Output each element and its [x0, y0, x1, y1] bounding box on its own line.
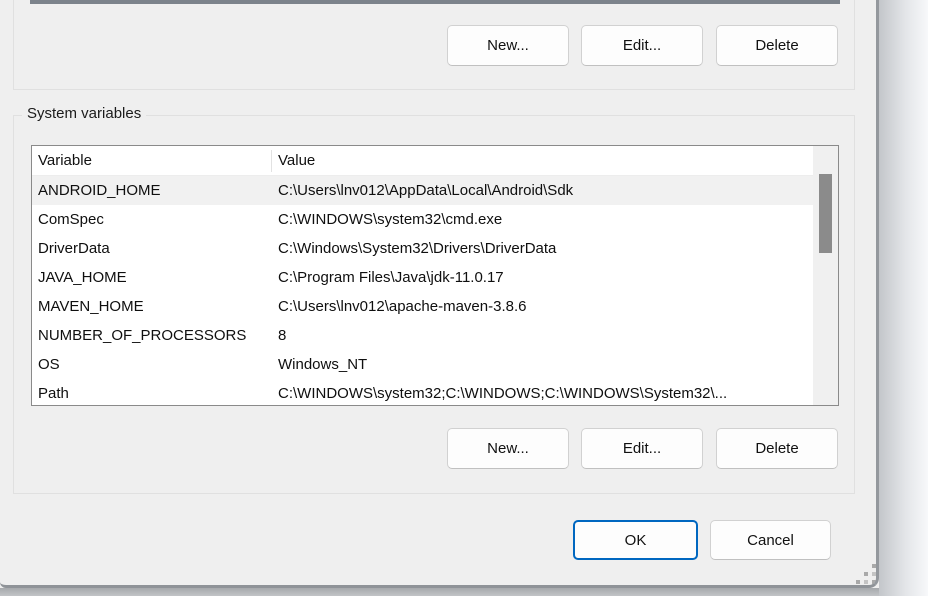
variable-name: OS	[32, 356, 272, 373]
table-row[interactable]: NUMBER_OF_PROCESSORS 8	[32, 321, 813, 350]
table-row[interactable]: ComSpec C:\WINDOWS\system32\cmd.exe	[32, 205, 813, 234]
column-header-variable[interactable]: Variable	[32, 150, 272, 172]
variable-value: C:\WINDOWS\system32\cmd.exe	[272, 211, 813, 228]
vertical-scrollbar[interactable]	[813, 146, 838, 405]
variable-value: Windows_NT	[272, 356, 813, 373]
user-edit-button[interactable]: Edit...	[581, 25, 703, 66]
variable-name: DriverData	[32, 240, 272, 257]
window-shadow-bottom	[0, 588, 879, 596]
table-row[interactable]: OS Windows_NT	[32, 350, 813, 379]
screen: New... Edit... Delete System variables V…	[0, 0, 928, 596]
variable-name: MAVEN_HOME	[32, 298, 272, 315]
table-row[interactable]: ANDROID_HOME C:\Users\lnv012\AppData\Loc…	[32, 176, 813, 205]
list-rows: ANDROID_HOME C:\Users\lnv012\AppData\Loc…	[32, 176, 813, 406]
scrollbar-thumb[interactable]	[819, 174, 832, 253]
list-header: Variable Value	[32, 146, 813, 176]
variable-value: C:\Windows\System32\Drivers\DriverData	[272, 240, 813, 257]
variable-name: ANDROID_HOME	[32, 182, 272, 199]
system-delete-button[interactable]: Delete	[716, 428, 838, 469]
table-row[interactable]: JAVA_HOME C:\Program Files\Java\jdk-11.0…	[32, 263, 813, 292]
variable-value: C:\Users\lnv012\apache-maven-3.8.6	[272, 298, 813, 315]
variable-value: C:\Users\lnv012\AppData\Local\Android\Sd…	[272, 182, 813, 199]
variable-name: ComSpec	[32, 211, 272, 228]
variable-name: NUMBER_OF_PROCESSORS	[32, 327, 272, 344]
system-new-button[interactable]: New...	[447, 428, 569, 469]
variable-value: C:\Program Files\Java\jdk-11.0.17	[272, 269, 813, 286]
variable-value: C:\WINDOWS\system32;C:\WINDOWS;C:\WINDOW…	[272, 385, 813, 402]
system-variables-list[interactable]: Variable Value ANDROID_HOME C:\Users\lnv…	[31, 145, 839, 406]
user-delete-button[interactable]: Delete	[716, 25, 838, 66]
cancel-button[interactable]: Cancel	[710, 520, 831, 560]
variable-name: Path	[32, 385, 272, 402]
system-edit-button[interactable]: Edit...	[581, 428, 703, 469]
window-shadow-right	[879, 0, 928, 596]
environment-variables-dialog: New... Edit... Delete System variables V…	[0, 0, 879, 588]
variable-name: JAVA_HOME	[32, 269, 272, 286]
user-new-button[interactable]: New...	[447, 25, 569, 66]
column-header-value[interactable]: Value	[272, 152, 813, 169]
ok-button[interactable]: OK	[573, 520, 698, 560]
table-row[interactable]: Path C:\WINDOWS\system32;C:\WINDOWS;C:\W…	[32, 379, 813, 406]
system-variables-group-title: System variables	[22, 105, 146, 122]
table-row[interactable]: DriverData C:\Windows\System32\Drivers\D…	[32, 234, 813, 263]
table-row[interactable]: MAVEN_HOME C:\Users\lnv012\apache-maven-…	[32, 292, 813, 321]
variable-value: 8	[272, 327, 813, 344]
